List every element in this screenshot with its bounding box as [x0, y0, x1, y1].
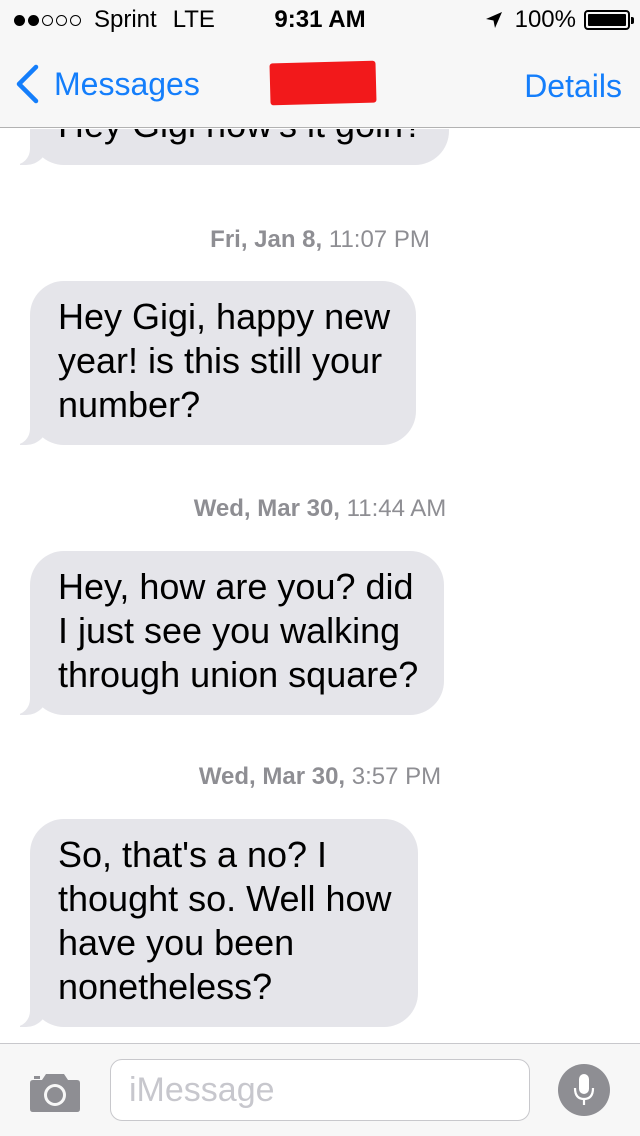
battery-percent: 100% — [514, 6, 576, 33]
location-arrow-icon — [485, 12, 502, 28]
timestamp-time: 11:07 PM — [328, 226, 430, 253]
timestamp-day: Wed, Mar 30, — [198, 763, 346, 790]
microphone-button[interactable] — [558, 1064, 610, 1116]
timestamp-day: Fri, Jan 8, — [210, 226, 323, 253]
timestamp-header: Wed, Mar 30, 11:44 AM — [0, 495, 640, 523]
received-message-bubble[interactable]: Hey, how are you? did I just see you wal… — [7, 551, 445, 715]
messages-screen: Sprint LTE 9:31 AM 100% Messages Details — [0, 0, 640, 1136]
battery-icon — [584, 10, 634, 30]
conversation-thread[interactable]: Hey Gigi how's it goin? Fri, Jan 8, 11:0… — [0, 129, 640, 1043]
microphone-icon — [573, 1074, 595, 1105]
message-input-bar — [0, 1043, 640, 1136]
message-row: Hey Gigi, happy new year! is this still … — [7, 281, 417, 445]
timestamp-time: 3:57 PM — [351, 763, 442, 790]
timestamp-day: Wed, Mar 30, — [193, 495, 340, 522]
timestamp-time: 11:44 AM — [346, 495, 447, 522]
camera-icon[interactable] — [28, 1070, 82, 1114]
back-to-messages-button[interactable]: Messages — [14, 62, 200, 106]
received-message-bubble[interactable]: Hey Gigi how's it goin? — [7, 129, 450, 165]
battery-fill — [588, 14, 626, 26]
contact-name-redacted[interactable] — [269, 60, 377, 106]
received-message-bubble[interactable]: Hey Gigi, happy new year! is this still … — [7, 281, 417, 445]
timestamp-header: Wed, Mar 30, 3:57 PM — [0, 763, 640, 791]
received-message-bubble[interactable]: So, that's a no? I thought so. Well how … — [8, 819, 418, 1027]
message-row: Hey Gigi how's it goin? — [7, 129, 450, 165]
back-button-label: Messages — [54, 65, 200, 102]
timestamp-header: Fri, Jan 8, 11:07 PM — [0, 226, 640, 254]
navigation-bar: Messages Details — [0, 40, 640, 128]
status-right: 100% — [485, 6, 634, 34]
message-row: Hey, how are you? did I just see you wal… — [7, 551, 445, 715]
chevron-left-icon — [16, 64, 39, 104]
imessage-input[interactable] — [110, 1059, 530, 1121]
message-row: So, that's a no? I thought so. Well how … — [8, 819, 418, 1027]
details-button[interactable]: Details — [524, 68, 622, 105]
status-bar: Sprint LTE 9:31 AM 100% — [0, 0, 640, 40]
